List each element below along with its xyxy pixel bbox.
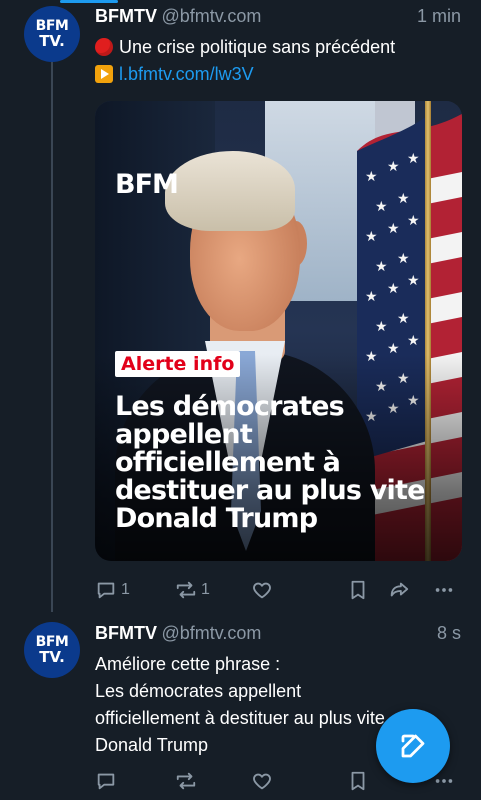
play-button-icon	[95, 65, 113, 83]
like-button[interactable]	[251, 579, 273, 601]
avatar[interactable]: BFM TV.	[24, 622, 80, 678]
more-button[interactable]	[433, 579, 455, 601]
red-circle-icon	[95, 38, 113, 56]
alert-badge: Alerte info	[115, 351, 241, 377]
bfm-logo: BFM	[115, 169, 179, 200]
reply-button[interactable]: 1	[95, 579, 130, 601]
reply-button[interactable]	[95, 770, 117, 792]
tweet-actions: 1 1	[95, 579, 465, 603]
tweet-link[interactable]: l.bfmtv.com/lw3V	[119, 64, 254, 84]
tweet-body: Une crise politique sans précédent l.bfm…	[95, 34, 465, 88]
repost-icon	[176, 772, 196, 790]
timestamp[interactable]: 1 min	[417, 6, 461, 27]
repost-button[interactable]	[175, 770, 197, 792]
author-handle[interactable]: @bfmtv.com	[161, 623, 261, 643]
tweet-line: Une crise politique sans précédent	[119, 37, 396, 57]
image-headline: Les démocrates appellent officiellement …	[115, 391, 425, 534]
top-progress	[0, 0, 481, 4]
author-handle[interactable]: @bfmtv.com	[161, 6, 261, 26]
tweet-line: Améliore cette phrase :	[95, 654, 281, 674]
compose-icon	[401, 734, 425, 758]
bookmark-button[interactable]	[347, 770, 369, 792]
repost-button[interactable]: 1	[175, 579, 210, 601]
share-icon	[390, 582, 409, 597]
heart-icon	[253, 773, 271, 790]
like-button[interactable]	[251, 770, 273, 792]
tweet-header: BFMTV @bfmtv.com 1 min	[95, 6, 461, 30]
thread-connector	[51, 62, 53, 612]
author-name[interactable]: BFMTV	[95, 623, 157, 643]
bookmark-button[interactable]	[347, 579, 369, 601]
more-icon	[435, 588, 453, 592]
share-button[interactable]	[388, 579, 410, 601]
tweet-image[interactable]: ★★★ ★★ ★★★ ★★ ★★★ ★★ ★★★ ★★ ★★★ BFM Aler…	[95, 101, 462, 561]
timestamp[interactable]: 8 s	[437, 623, 461, 644]
heart-icon	[253, 582, 271, 599]
bookmark-icon	[351, 771, 365, 791]
avatar[interactable]: BFM TV.	[24, 6, 80, 62]
repost-icon	[176, 581, 196, 599]
tweet-header: BFMTV @bfmtv.com 8 s	[95, 623, 461, 647]
reply-count: 1	[121, 581, 130, 598]
reply-icon	[97, 773, 115, 790]
reply-icon	[97, 582, 115, 599]
repost-count: 1	[201, 581, 210, 598]
compose-button[interactable]	[376, 709, 450, 783]
author-name[interactable]: BFMTV	[95, 6, 157, 26]
tweet-line: Les démocrates appellent	[95, 681, 302, 701]
bookmark-icon	[351, 580, 365, 600]
